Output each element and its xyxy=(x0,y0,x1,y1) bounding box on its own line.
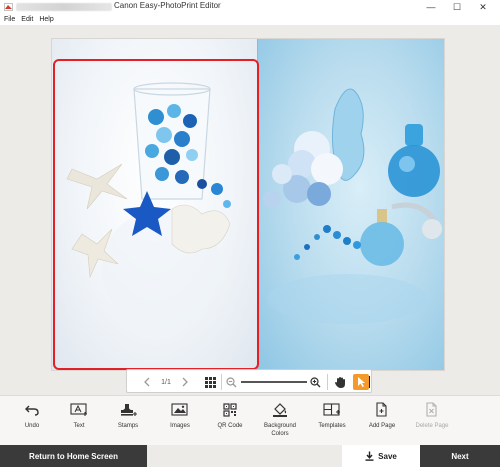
next-button[interactable]: Next xyxy=(420,445,500,467)
menu-bar: File Edit Help xyxy=(0,14,500,25)
fill-bucket-icon xyxy=(271,402,289,418)
page-indicator: 1/1 xyxy=(161,378,171,386)
save-button[interactable]: Save xyxy=(342,445,420,467)
add-page-label: Add Page xyxy=(368,423,396,429)
thumbnail-grid-icon[interactable] xyxy=(203,374,217,390)
zoom-navigation-bar: 1/1 xyxy=(126,369,372,393)
qr-code-label: QR Code xyxy=(217,423,243,429)
toolbar-divider xyxy=(221,374,222,390)
add-page-icon xyxy=(373,402,391,418)
text-button[interactable]: Text xyxy=(55,402,103,444)
text-icon xyxy=(70,402,88,418)
close-button[interactable]: ✕ xyxy=(472,0,494,14)
background-colors-button[interactable]: Background Colors xyxy=(256,402,304,444)
add-page-button[interactable]: Add Page xyxy=(358,402,406,444)
menu-edit[interactable]: Edit xyxy=(21,16,33,23)
footer-spacer xyxy=(147,445,342,467)
delete-page-icon xyxy=(423,402,441,418)
footer-bar: Return to Home Screen Save Next xyxy=(0,445,500,467)
select-arrow-icon[interactable] xyxy=(353,374,369,390)
minimize-button[interactable]: — xyxy=(420,0,442,14)
chevron-right-icon[interactable] xyxy=(179,374,191,390)
templates-icon xyxy=(323,402,341,418)
images-icon xyxy=(171,402,189,418)
app-icon xyxy=(4,3,13,11)
title-bar: Canon Easy-PhotoPrint Editor — ☐ ✕ xyxy=(0,0,500,14)
stamps-label: Stamps xyxy=(117,423,139,429)
delete-page-label: Delete Page xyxy=(415,423,449,429)
return-home-button[interactable]: Return to Home Screen xyxy=(0,445,147,467)
menu-help[interactable]: Help xyxy=(39,16,53,23)
edit-toolbar: Undo Text Stamps Images QR Code Backgrou… xyxy=(0,395,500,445)
toolbar-divider xyxy=(327,374,328,390)
zoom-in-icon[interactable] xyxy=(309,374,321,390)
templates-label: Templates xyxy=(318,423,346,429)
images-label: Images xyxy=(170,423,190,429)
undo-label: Undo xyxy=(24,423,40,429)
selected-image-frame[interactable] xyxy=(53,59,259,370)
zoom-out-icon[interactable] xyxy=(225,374,237,390)
hand-pan-icon[interactable] xyxy=(333,374,347,390)
chevron-left-icon[interactable] xyxy=(141,374,153,390)
delete-page-button[interactable]: Delete Page xyxy=(408,402,456,444)
templates-button[interactable]: Templates xyxy=(308,402,356,444)
download-icon xyxy=(365,451,374,461)
images-button[interactable]: Images xyxy=(156,402,204,444)
save-label: Save xyxy=(378,451,397,461)
undo-button[interactable]: Undo xyxy=(8,402,56,444)
zoom-slider-track[interactable] xyxy=(241,381,307,383)
text-label: Text xyxy=(73,423,85,429)
background-colors-label: Background Colors xyxy=(263,423,297,437)
stamps-button[interactable]: Stamps xyxy=(104,402,152,444)
menu-file[interactable]: File xyxy=(4,16,15,23)
maximize-button[interactable]: ☐ xyxy=(446,0,468,14)
photo-perfume-bottles[interactable] xyxy=(257,39,444,370)
undo-icon xyxy=(23,402,41,418)
redacted-document-name xyxy=(16,3,112,11)
qr-code-button[interactable]: QR Code xyxy=(206,402,254,444)
window-title: Canon Easy-PhotoPrint Editor xyxy=(114,1,221,10)
qr-code-icon xyxy=(221,402,239,418)
stamp-icon xyxy=(119,402,137,418)
